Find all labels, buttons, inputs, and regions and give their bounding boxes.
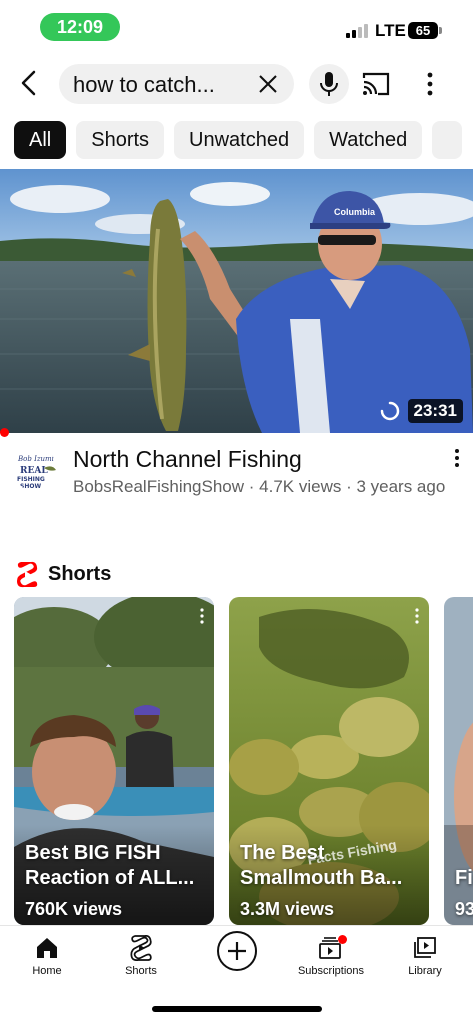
clear-icon [259,75,277,93]
short-more-button[interactable] [413,607,421,625]
chip-shorts[interactable]: Shorts [76,121,165,159]
cast-button[interactable] [361,70,391,98]
home-indicator [152,1006,322,1012]
short-title: Fi... Be... [455,867,473,889]
more-options-button[interactable] [420,70,440,98]
svg-text:Bob Izumi's: Bob Izumi's [17,455,58,463]
search-query: how to catch... [73,72,215,97]
chip-all[interactable]: All [14,121,67,159]
notification-dot [338,935,347,944]
nav-library[interactable]: Library [378,926,472,986]
nav-label: Shorts [125,965,157,977]
library-icon [414,937,436,958]
battery-icon [439,27,442,34]
filter-chips: All Shorts Unwatched Watched [14,121,473,159]
nav-subscriptions[interactable]: Subscriptions [284,926,378,986]
status-bar: 12:09 LTE 65 [0,0,473,54]
watch-progress-dot [0,428,9,437]
thumbnail-image: Columbia [0,169,473,433]
short-card[interactable]: Best BIG FISH Reaction of ALL... 760K vi… [14,597,214,925]
nav-home[interactable]: Home [0,926,94,986]
microphone-icon [320,72,338,96]
nav-shorts[interactable]: Shorts [94,926,188,986]
cell-signal-icon [346,24,368,38]
status-time: 12:09 [40,13,120,41]
shorts-section-title: Shorts [48,562,112,585]
voice-search-button[interactable] [309,64,349,104]
video-more-button[interactable] [448,447,466,471]
back-button[interactable] [14,68,44,98]
svg-text:SHOW: SHOW [20,483,41,490]
nav-label: Home [32,965,62,977]
create-plus-icon [228,942,246,960]
video-title[interactable]: North Channel Fishing [73,446,302,473]
clear-search-button[interactable] [256,72,280,96]
cast-icon [362,72,390,96]
shorts-logo-icon [17,561,38,587]
video-thumbnail[interactable]: Columbia 23:31 [0,169,473,433]
back-arrow-icon [21,70,36,96]
short-card[interactable]: Fi... Be... 93... [444,597,473,925]
channel-avatar[interactable]: Bob Izumi's REAL FISHING SHOW [14,448,58,492]
chip-more[interactable] [432,121,463,159]
battery-level: 65 [408,22,438,39]
loading-spinner-icon [380,401,400,421]
short-card[interactable]: Facts Fishing The Best Smallmouth Ba... … [229,597,429,925]
svg-text:REAL: REAL [20,466,48,476]
search-header: how to catch... [0,54,473,112]
shorts-shelf: Best BIG FISH Reaction of ALL... 760K vi… [14,597,473,925]
search-input[interactable]: how to catch... [59,64,294,104]
more-vert-icon [427,72,433,96]
svg-text:Columbia: Columbia [334,207,376,217]
short-more-button[interactable] [198,607,206,625]
video-subtitle: BobsRealFishingShow · 4.7K views · 3 yea… [73,477,446,496]
shorts-section-header: Shorts [16,560,111,588]
short-views: 93... [455,899,473,919]
video-info[interactable]: Bob Izumi's REAL FISHING SHOW North Chan… [0,443,473,533]
create-button[interactable] [217,931,257,971]
chip-unwatched[interactable]: Unwatched [174,121,305,159]
short-views: 760K views [25,899,123,919]
shorts-icon [130,935,152,961]
nav-label: Subscriptions [297,965,365,977]
nav-label: Library [408,965,442,977]
home-icon [37,938,57,958]
short-views: 3.3M views [240,899,335,919]
svg-text:FISHING: FISHING [17,476,45,483]
bottom-navigation: Home Shorts Subscriptions Library [0,925,473,985]
channel-logo: Bob Izumi's REAL FISHING SHOW [14,448,58,492]
chip-watched[interactable]: Watched [314,121,423,159]
more-vert-icon [455,449,459,467]
network-type: LTE [375,21,406,40]
video-duration: 23:31 [407,399,463,423]
short-title: Best BIG FISH Reaction of ALL... [25,842,195,889]
short-title: The Best Smallmouth Ba... [240,842,403,889]
